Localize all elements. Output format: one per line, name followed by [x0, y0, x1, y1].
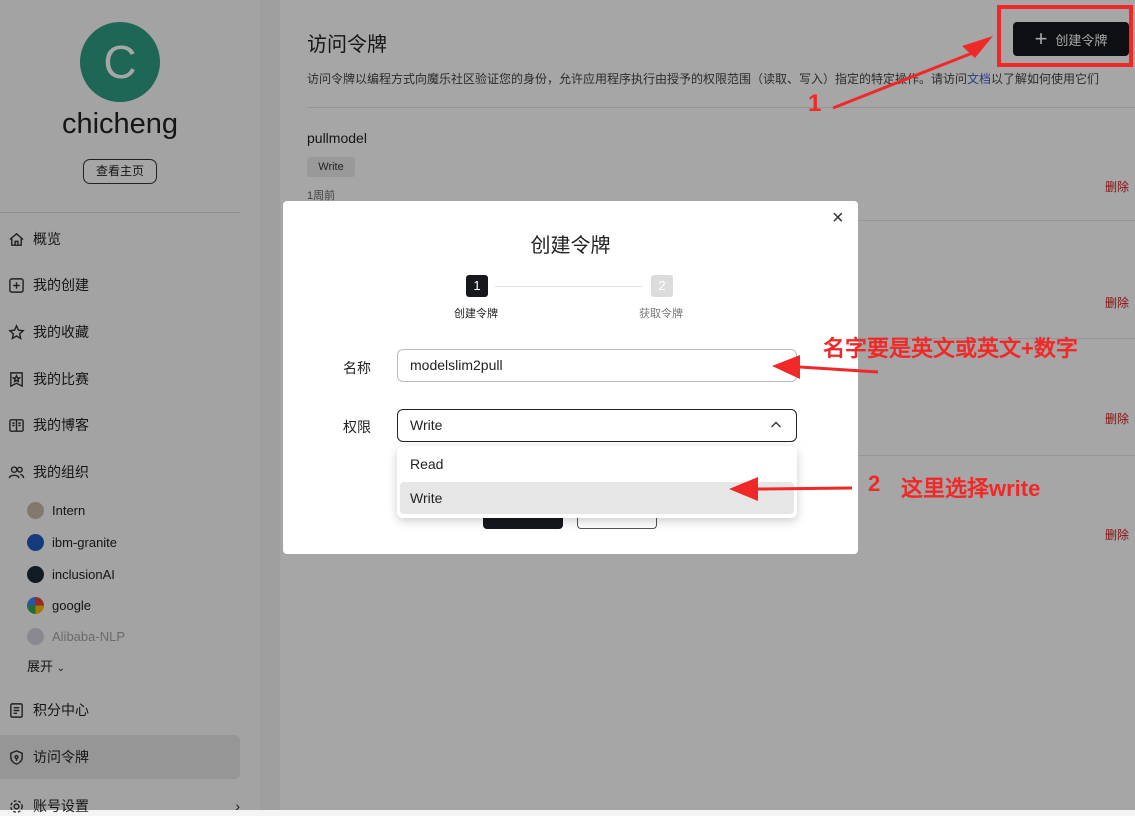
- permission-select[interactable]: Write: [397, 409, 797, 442]
- chevron-up-icon: [771, 421, 781, 428]
- annotation-perm-hint: 这里选择write: [901, 476, 1041, 501]
- app-root: C chicheng 查看主页 概览 我的创建 我的收藏 我的比赛 我的博客 我…: [0, 0, 1135, 814]
- permission-field-label: 权限: [343, 419, 371, 435]
- option-write[interactable]: Write: [400, 482, 794, 514]
- step-connector: [495, 286, 642, 287]
- step-1-label: 创建令牌: [454, 308, 498, 320]
- permission-dropdown: Read Write: [397, 446, 797, 518]
- highlight-box: [997, 5, 1133, 67]
- close-icon[interactable]: ×: [832, 207, 844, 230]
- annotation-number-2: 2: [868, 471, 881, 496]
- annotation-name-hint: 名字要是英文或英文+数字: [823, 336, 1078, 361]
- name-input[interactable]: modelslim2pull: [397, 349, 797, 382]
- step-2-label: 获取令牌: [639, 308, 683, 320]
- permission-value: Write: [410, 417, 443, 433]
- name-field-label: 名称: [343, 360, 371, 376]
- annotation-number-1: 1: [808, 90, 822, 117]
- option-read[interactable]: Read: [400, 448, 794, 480]
- modal-title: 创建令牌: [530, 235, 611, 257]
- step-2-indicator: 2: [651, 275, 673, 297]
- step-1-indicator: 1: [466, 275, 488, 297]
